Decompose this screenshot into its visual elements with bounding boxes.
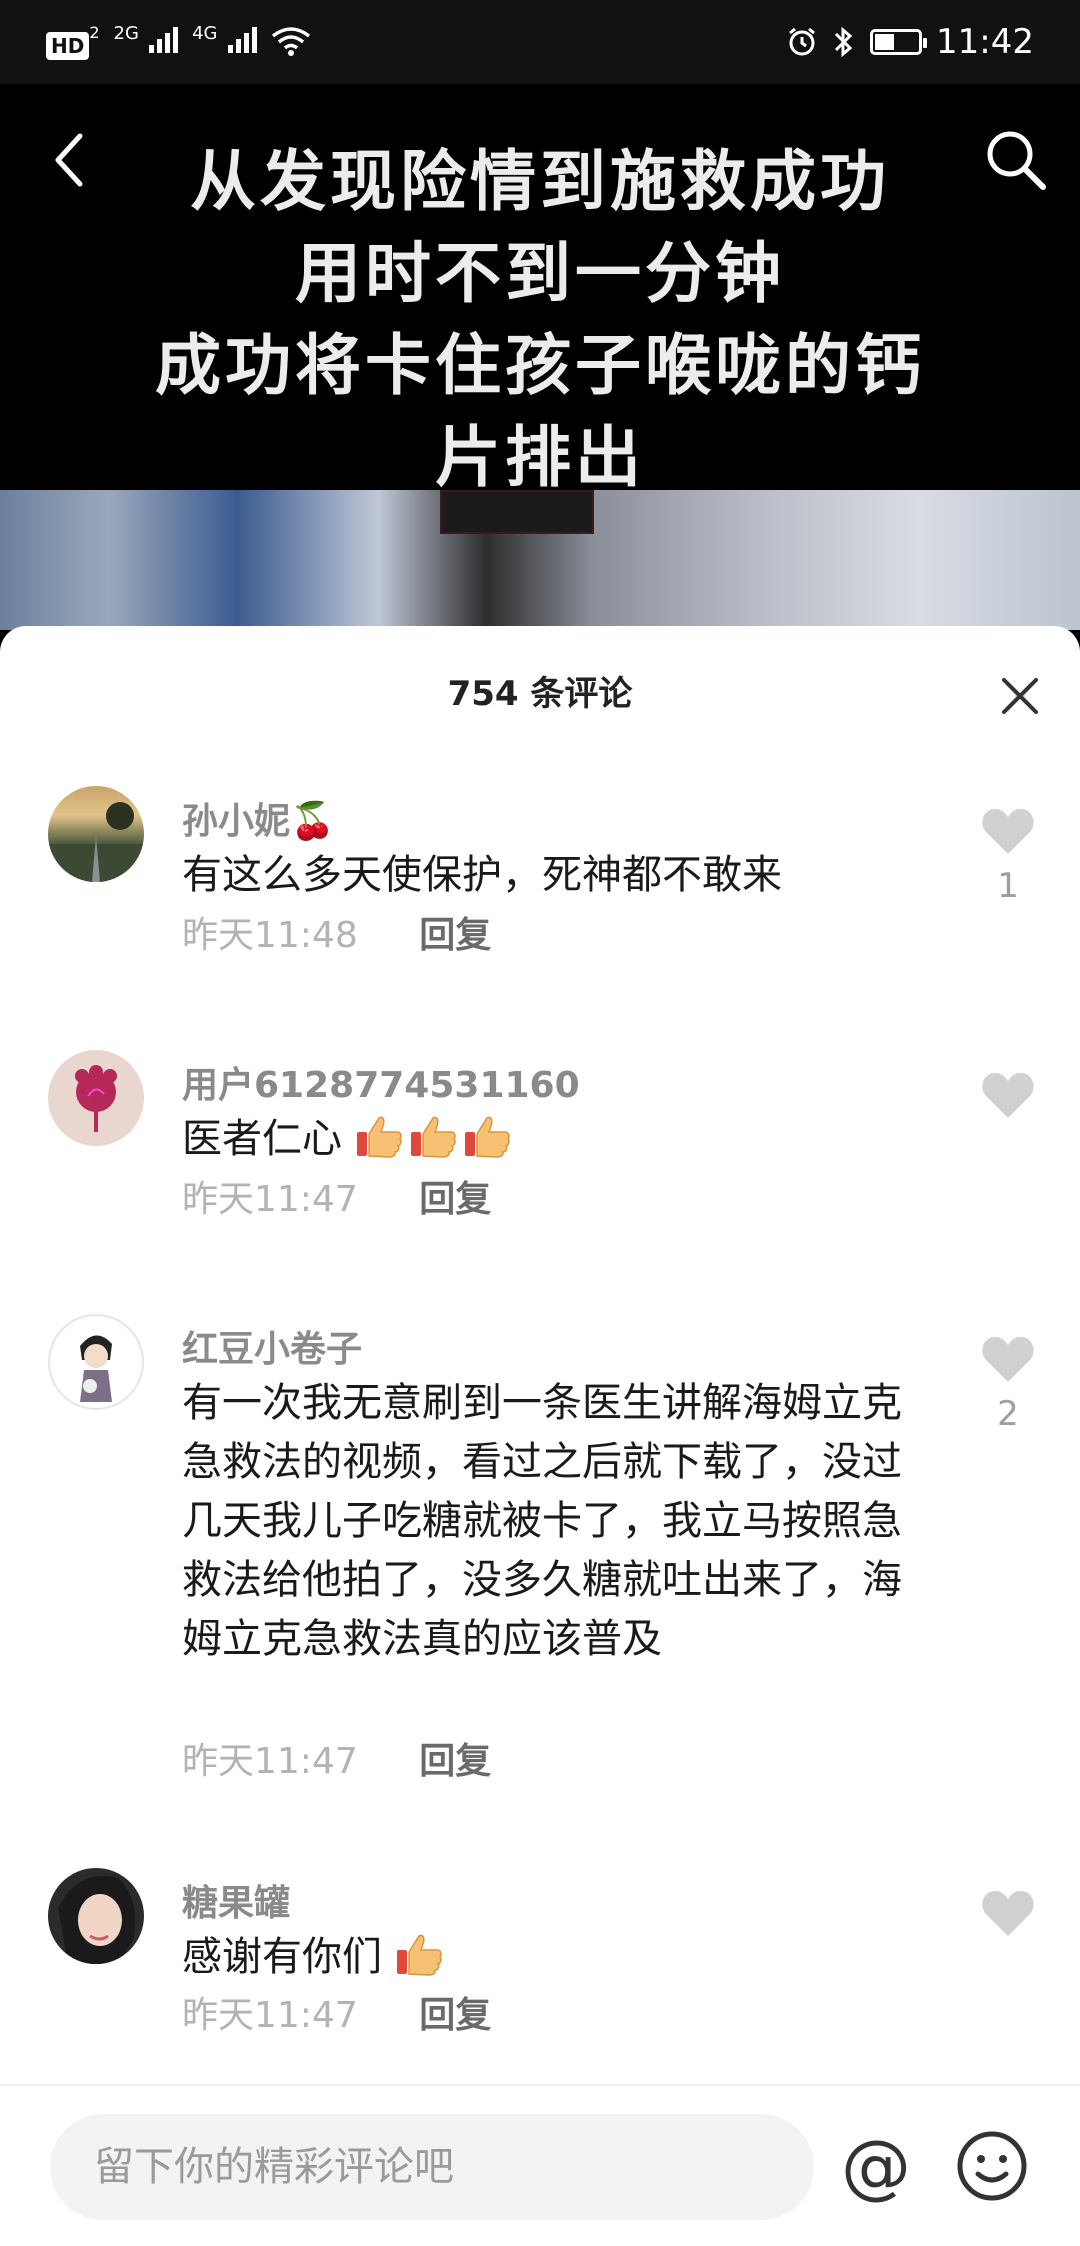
- comment-meta: 昨天11:47 回复: [182, 1732, 491, 1784]
- avatar[interactable]: [48, 1314, 144, 1410]
- caption-line: 成功将卡住孩子喉咙的钙: [155, 327, 925, 404]
- emoji-button[interactable]: [952, 2126, 1032, 2206]
- comment-username[interactable]: 孙小妮🍒: [182, 792, 335, 844]
- comment-text: 感谢有你们: [182, 1928, 902, 1987]
- thumbs-up-icon: [396, 1934, 442, 1976]
- thumbs-up-icon: [410, 1116, 456, 1158]
- thumbs-up-emoji-group: [355, 1116, 517, 1162]
- comment-item: 孙小妮🍒 有这么多天使保护，死神都不敢来 昨天11:48 回复 1: [0, 786, 1080, 1036]
- heart-icon: [982, 1890, 1034, 1936]
- avatar[interactable]: [48, 786, 144, 882]
- comment-username[interactable]: 糖果罐: [182, 1874, 290, 1926]
- comment-text: 医者仁心: [182, 1110, 902, 1169]
- comment-input[interactable]: [50, 2114, 814, 2220]
- comments-sheet: 754 条评论 孙小妮🍒 有这么多天使保护，死神都不敢来 昨天11:48 回复 …: [0, 626, 1080, 2244]
- thumbs-up-icon: [356, 1116, 402, 1158]
- comment-item: 红豆小卷子 有一次我无意刷到一条医生讲解海姆立克急救法的视频，看过之后就下载了，…: [0, 1314, 1080, 1854]
- comment-time: 昨天11:47: [182, 1741, 358, 1782]
- comment-text: 有这么多天使保护，死神都不敢来: [182, 852, 782, 898]
- hd-badge: HD2: [46, 23, 100, 61]
- thumbs-up-icon: [464, 1116, 510, 1158]
- like-button[interactable]: [978, 1888, 1038, 1948]
- comment-text: 有一次我无意刷到一条医生讲解海姆立克急救法的视频，看过之后就下载了，没过几天我儿…: [182, 1380, 902, 1662]
- bluetooth-icon: [834, 26, 853, 58]
- reply-button[interactable]: 回复: [419, 1995, 491, 2036]
- comment-meta: 昨天11:47 回复: [182, 1170, 491, 1222]
- heart-icon: [982, 1336, 1034, 1382]
- search-icon: [987, 131, 1046, 190]
- like-count: 1: [997, 866, 1019, 906]
- comment-username[interactable]: 用户6128774531160: [182, 1056, 580, 1108]
- comment-username[interactable]: 红豆小卷子: [182, 1320, 362, 1372]
- chevron-left-icon: [55, 133, 83, 187]
- heart-icon: [982, 808, 1034, 854]
- back-button[interactable]: [30, 120, 110, 200]
- clock: 11:42: [936, 22, 1034, 62]
- video-caption: 从发现险情到施救成功 用时不到一分钟 成功将卡住孩子喉咙的钙 片排出: [110, 136, 970, 504]
- video-frame-led: [440, 490, 594, 534]
- search-button[interactable]: [976, 120, 1056, 200]
- signal-4g: 4G: [192, 23, 257, 61]
- close-icon: [1002, 678, 1038, 714]
- comment-time: 昨天11:47: [182, 1995, 358, 2036]
- reply-button[interactable]: 回复: [419, 915, 491, 956]
- comment-meta: 昨天11:47 回复: [182, 1986, 491, 2038]
- reply-button[interactable]: 回复: [419, 1179, 491, 1220]
- comment-meta: 昨天11:48 回复: [182, 906, 491, 958]
- like-button[interactable]: 1: [978, 806, 1038, 906]
- heart-icon: [982, 1072, 1034, 1118]
- avatar[interactable]: [48, 1868, 144, 1964]
- reply-button[interactable]: 回复: [419, 1741, 491, 1782]
- smiley-icon: [957, 2131, 1027, 2201]
- comment-text-body: 感谢有你们: [182, 1934, 382, 1980]
- caption-line: 从发现险情到施救成功: [190, 143, 890, 220]
- avatar[interactable]: [48, 1050, 144, 1146]
- close-button[interactable]: [990, 666, 1050, 726]
- caption-line: 用时不到一分钟: [295, 235, 785, 312]
- comment-time: 昨天11:48: [182, 915, 358, 956]
- like-button[interactable]: 2: [978, 1334, 1038, 1434]
- comment-text-body: 医者仁心: [182, 1116, 342, 1162]
- signal-2g: 2G: [114, 23, 179, 61]
- like-count: 2: [997, 1394, 1019, 1434]
- comment-item: 糖果罐 感谢有你们 昨天11:47 回复: [0, 1868, 1080, 2088]
- comments-count-title: 754 条评论: [447, 674, 633, 714]
- like-button[interactable]: [978, 1070, 1038, 1130]
- comment-time: 昨天11:47: [182, 1179, 358, 1220]
- mention-button[interactable]: @: [836, 2126, 916, 2206]
- comment-input-bar: @: [0, 2084, 1080, 2246]
- alarm-icon: [789, 27, 815, 56]
- battery-icon: [870, 29, 928, 55]
- wifi-icon: [271, 27, 310, 56]
- status-bar: HD2 2G 4G 11:42: [0, 0, 1080, 84]
- comment-item: 用户6128774531160 医者仁心 昨天11:47 回复: [0, 1050, 1080, 1300]
